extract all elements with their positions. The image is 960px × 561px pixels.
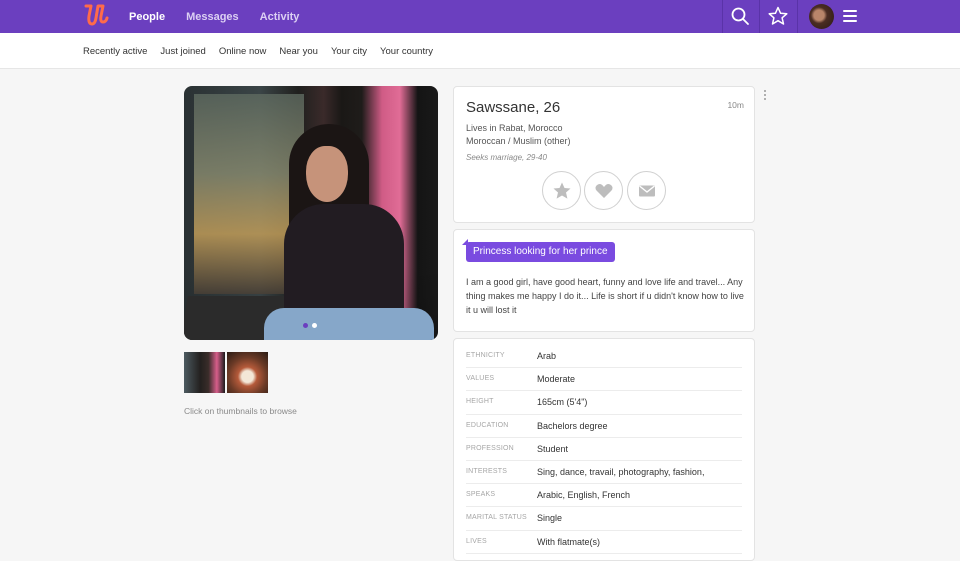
detail-label: Marital status: [466, 514, 527, 522]
filter-near-you[interactable]: Near you: [279, 46, 318, 57]
photo-pagination: [303, 323, 321, 328]
nav-item-activity[interactable]: Activity: [260, 11, 300, 23]
detail-value: Student: [537, 443, 569, 454]
detail-value: Arabic, English, French: [537, 490, 631, 501]
filter-just-joined[interactable]: Just joined: [160, 46, 205, 57]
photo-thumbnail[interactable]: [184, 352, 225, 393]
avatar[interactable]: [809, 4, 834, 29]
photo-thumbnail[interactable]: [227, 352, 268, 393]
pagination-dot[interactable]: [312, 323, 317, 328]
star-icon: [553, 182, 571, 199]
detail-row-speaks: Speaks Arabic, English, French: [466, 484, 742, 508]
search-icon[interactable]: [729, 5, 751, 27]
detail-row-values: Values Moderate: [466, 368, 742, 392]
nav-item-messages[interactable]: Messages: [186, 11, 239, 23]
profile-about-card: Princess looking for her prince I am a g…: [453, 229, 755, 332]
detail-row-lives: Lives With flatmate(s): [466, 531, 742, 554]
logo-icon[interactable]: [82, 2, 110, 28]
detail-row-marital-status: Marital status Single: [466, 507, 742, 531]
message-button[interactable]: [627, 171, 666, 210]
nav-divider: [797, 0, 798, 33]
main-nav: People Messages Activity: [129, 0, 320, 33]
detail-label: Lives: [466, 537, 487, 545]
profile-tagline: Princess looking for her prince: [462, 239, 615, 262]
profile-photo[interactable]: [184, 86, 438, 340]
detail-label: Speaks: [466, 491, 496, 499]
nav-divider: [759, 0, 760, 33]
detail-row-profession: Profession Student: [466, 438, 742, 461]
filter-your-country[interactable]: Your country: [380, 46, 433, 57]
pagination-dot-active[interactable]: [303, 323, 308, 328]
detail-value: Moderate: [537, 374, 576, 385]
detail-label: Profession: [466, 444, 514, 452]
detail-value: Bachelors degree: [537, 420, 608, 431]
favorite-button[interactable]: [542, 171, 581, 210]
thumbnail-hint: Click on thumbnails to browse: [184, 406, 297, 416]
heart-icon: [595, 183, 613, 198]
filter-bar: Recently active Just joined Online now N…: [0, 33, 960, 69]
nav-item-people[interactable]: People: [129, 11, 165, 23]
more-options-icon[interactable]: [764, 90, 767, 101]
top-navigation-bar: People Messages Activity: [0, 0, 960, 33]
like-button[interactable]: [584, 171, 623, 210]
detail-row-interests: Interests Sing, dance, travail, photogra…: [466, 461, 742, 485]
filter-your-city[interactable]: Your city: [331, 46, 367, 57]
detail-label: Interests: [466, 468, 508, 475]
profile-location: Lives in Rabat, Morocco: [466, 123, 563, 133]
profile-details-card: Ethnicity Arab Values Moderate Height 16…: [453, 338, 755, 561]
profile-name: Sawssane, 26: [466, 99, 561, 116]
detail-row-height: Height 165cm (5'4"): [466, 391, 742, 415]
menu-icon[interactable]: [843, 10, 857, 22]
detail-value: 165cm (5'4"): [537, 397, 588, 408]
detail-label: Values: [466, 375, 495, 383]
detail-label: Education: [466, 421, 509, 429]
nav-divider: [722, 0, 723, 33]
detail-row-education: Education Bachelors degree: [466, 415, 742, 438]
detail-label: Ethnicity: [466, 352, 505, 359]
detail-row-ethnicity: Ethnicity Arab: [466, 345, 742, 369]
profile-summary-card: Sawssane, 26 10m Lives in Rabat, Morocco…: [453, 86, 755, 223]
detail-value: Arab: [537, 351, 557, 361]
star-icon[interactable]: [767, 5, 789, 27]
envelope-icon: [639, 185, 655, 197]
last-active: 10m: [727, 100, 744, 110]
detail-value: Sing, dance, travail, photography, fashi…: [537, 467, 705, 477]
filter-online-now[interactable]: Online now: [219, 46, 267, 57]
profile-ethnicity: Moroccan / Muslim (other): [466, 136, 571, 146]
detail-value: With flatmate(s): [537, 536, 601, 547]
detail-value: Single: [537, 513, 563, 524]
profile-bio: I am a good girl, have good heart, funny…: [466, 277, 744, 315]
detail-label: Height: [466, 398, 494, 406]
filter-recently-active[interactable]: Recently active: [83, 46, 147, 57]
profile-seeks: Seeks marriage, 29-40: [466, 153, 547, 162]
